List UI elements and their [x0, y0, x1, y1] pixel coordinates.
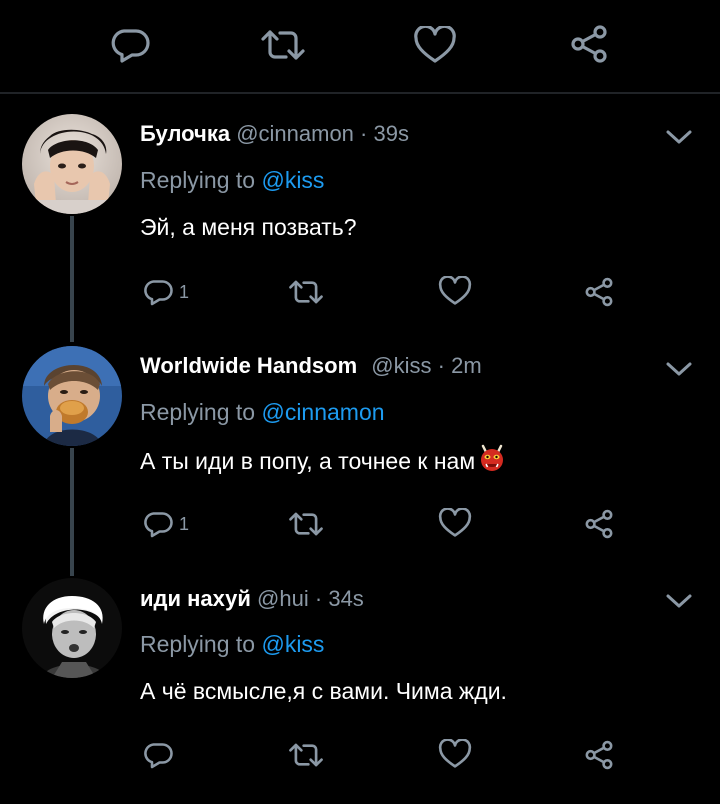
tweet-header: Булочка @cinnamon · 39s: [140, 120, 409, 148]
reply-button[interactable]: 1: [143, 510, 189, 538]
mention-link[interactable]: @cinnamon: [261, 399, 384, 425]
ogre-mask-emoji: [481, 444, 504, 471]
tweet-text: А чё всмысле,я с вами. Чима жди.: [140, 678, 507, 704]
retweet-icon: [261, 30, 305, 60]
retweet-icon: [289, 512, 323, 536]
reply-button[interactable]: [143, 741, 179, 769]
share-button[interactable]: [583, 739, 615, 771]
share-button[interactable]: [583, 508, 615, 540]
share-icon: [585, 277, 613, 307]
like-button[interactable]: [438, 739, 472, 769]
thread-line: [70, 216, 74, 342]
tweet-text: Эй, а меня позвать?: [140, 214, 357, 240]
avatar[interactable]: [22, 346, 122, 446]
chevron-down-icon[interactable]: [664, 359, 694, 379]
replying-to-label: Replying to: [140, 631, 256, 657]
replying-to-line: Replying to @kiss: [140, 630, 324, 658]
timestamp[interactable]: 34s: [328, 586, 363, 611]
divider: [0, 92, 720, 94]
reply-icon: [144, 743, 173, 769]
retweet-button[interactable]: [288, 741, 324, 769]
retweet-icon: [289, 280, 323, 304]
like-icon: [414, 26, 456, 63]
thread-line: [70, 448, 74, 576]
separator-dot: ·: [437, 353, 445, 378]
username-handle[interactable]: @kiss: [371, 353, 431, 378]
like-icon: [438, 739, 472, 768]
share-icon: [585, 740, 613, 770]
reply-button[interactable]: [110, 27, 150, 63]
like-button[interactable]: [413, 26, 457, 64]
like-button[interactable]: [438, 508, 472, 538]
separator-dot: ·: [360, 121, 368, 146]
replying-to-label: Replying to: [140, 167, 256, 193]
display-name[interactable]: Worldwide Handsom: [140, 353, 357, 378]
reply-icon: [144, 512, 173, 538]
share-button[interactable]: [568, 24, 610, 64]
username-handle[interactable]: @hui: [257, 586, 309, 611]
chevron-down-icon[interactable]: [664, 127, 694, 147]
retweet-button[interactable]: [288, 510, 324, 538]
focused-tweet-action-bar: [0, 0, 720, 92]
reply-icon: [144, 280, 173, 306]
tweet-header: иди нахуй @hui · 34s: [140, 585, 364, 613]
timestamp[interactable]: 39s: [374, 121, 409, 146]
chevron-down-icon[interactable]: [664, 591, 694, 611]
like-icon: [438, 276, 472, 305]
like-icon: [438, 508, 472, 537]
display-name[interactable]: Булочка: [140, 121, 230, 146]
replying-to-line: Replying to @cinnamon: [140, 398, 385, 426]
separator-dot: ·: [314, 586, 323, 611]
retweet-icon: [289, 743, 323, 767]
replying-to-line: Replying to @kiss: [140, 166, 324, 194]
avatar[interactable]: [22, 578, 122, 678]
share-icon: [571, 25, 607, 63]
retweet-button[interactable]: [288, 278, 324, 306]
mention-link[interactable]: @kiss: [261, 631, 324, 657]
retweet-button[interactable]: [260, 27, 306, 63]
timestamp[interactable]: 2m: [451, 353, 482, 378]
avatar[interactable]: [22, 114, 122, 214]
tweet-header: Worldwide Handsom @kiss · 2m: [140, 352, 482, 380]
reply-button[interactable]: 1: [143, 278, 189, 306]
share-button[interactable]: [583, 276, 615, 308]
display-name[interactable]: иди нахуй: [140, 586, 251, 611]
tweet-text: А ты иди в попу, а точнее к нам: [140, 448, 476, 474]
mention-link[interactable]: @kiss: [261, 167, 324, 193]
tweet-text-line: А ты иди в попу, а точнее к нам: [140, 444, 505, 476]
like-button[interactable]: [438, 276, 472, 306]
reply-count: 1: [179, 282, 190, 302]
reply-count: 1: [179, 514, 190, 534]
replying-to-label: Replying to: [140, 399, 256, 425]
reply-icon: [111, 29, 150, 63]
share-icon: [585, 509, 613, 539]
username-handle[interactable]: @cinnamon: [236, 121, 354, 146]
